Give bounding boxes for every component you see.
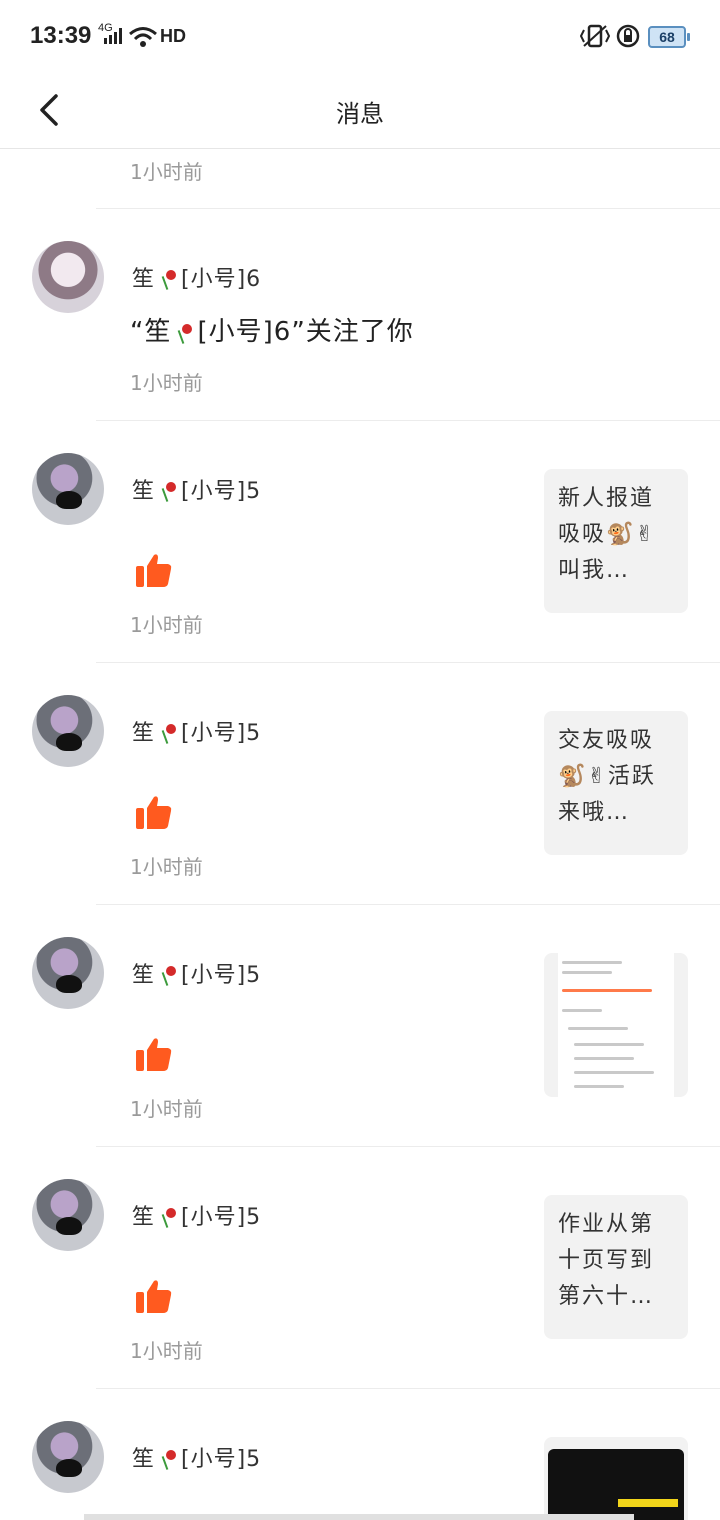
vibrate-icon xyxy=(580,24,610,48)
rose-icon xyxy=(158,720,178,746)
notification-time: 1小时前 xyxy=(130,1339,203,1363)
rose-icon xyxy=(158,266,178,292)
notification-item[interactable]: 笙 [小号]6 “笙 [小号]6”关注了你 1小时前 xyxy=(0,209,720,421)
top-nav-bar: 消息 xyxy=(0,72,720,149)
username-part: [小号]5 xyxy=(181,721,262,746)
post-preview-image[interactable] xyxy=(544,953,688,1097)
username[interactable]: 笙 [小号]5 xyxy=(132,1199,261,1231)
post-preview-video[interactable] xyxy=(544,1437,688,1520)
username-part: 笙 xyxy=(132,267,156,292)
rose-icon xyxy=(174,320,194,346)
avatar[interactable] xyxy=(32,937,104,1009)
username-part: [小号]6 xyxy=(181,267,262,292)
rose-icon xyxy=(158,962,178,988)
username-part: 笙 xyxy=(132,1205,156,1230)
username-part: [小号]5 xyxy=(181,1447,262,1472)
notification-time: 1小时前 xyxy=(130,371,203,395)
username-part: 笙 xyxy=(132,721,156,746)
rose-icon xyxy=(158,478,178,504)
username[interactable]: 笙 [小号]6 xyxy=(132,261,261,293)
notification-item[interactable]: 笙 [小号]5 1小时前 新人报道吸吸🐒✌叫我… xyxy=(0,421,720,663)
username[interactable]: 笙 [小号]5 xyxy=(132,715,261,747)
username[interactable]: 笙 [小号]5 xyxy=(132,1441,261,1473)
username-part: [小号]5 xyxy=(181,479,262,504)
username-part: 笙 xyxy=(132,1447,156,1472)
avatar[interactable] xyxy=(32,453,104,525)
avatar[interactable] xyxy=(32,695,104,767)
avatar[interactable] xyxy=(32,1421,104,1493)
post-preview[interactable]: 作业从第十页写到第六十… xyxy=(544,1195,688,1339)
notification-item[interactable]: 笙 [小号]5 1小时前 交友吸吸🐒✌活跃来哦… xyxy=(0,663,720,905)
post-preview[interactable]: 新人报道吸吸🐒✌叫我… xyxy=(544,469,688,613)
notification-time: 1小时前 xyxy=(130,613,203,637)
username-part: 笙 xyxy=(132,479,156,504)
hd-badge: HD xyxy=(160,26,186,46)
notification-time: 1小时前 xyxy=(130,1097,203,1121)
thumbs-up-icon xyxy=(136,796,172,829)
post-preview[interactable]: 交友吸吸🐒✌活跃来哦… xyxy=(544,711,688,855)
avatar[interactable] xyxy=(32,1179,104,1251)
message-part: “笙 xyxy=(130,317,172,347)
notification-item[interactable]: 笙 [小号]5 1小时前 作业从第十页写到第六十… xyxy=(0,1147,720,1389)
username[interactable]: 笙 [小号]5 xyxy=(132,957,261,989)
username[interactable]: 笙 [小号]5 xyxy=(132,473,261,505)
page-title: 消息 xyxy=(336,100,384,128)
notification-item[interactable]: 笙 [小号]5 xyxy=(0,1389,720,1520)
rose-icon xyxy=(158,1204,178,1230)
rotation-lock-icon xyxy=(616,24,640,48)
status-bar: 13:39 4G HD 68 xyxy=(0,0,720,72)
notification-time: 1小时前 xyxy=(130,160,203,184)
rose-icon xyxy=(158,1446,178,1472)
notification-item[interactable]: 笙 [小号]5 1小时前 xyxy=(0,905,720,1147)
username-part: [小号]5 xyxy=(181,1205,262,1230)
bottom-edge xyxy=(84,1514,634,1520)
message-part: [小号]6”关注了你 xyxy=(197,317,414,347)
username-part: [小号]5 xyxy=(181,963,262,988)
status-time: 13:39 xyxy=(30,22,92,49)
thumbs-up-icon xyxy=(136,1038,172,1071)
wifi-icon xyxy=(129,27,157,47)
notification-time: 1小时前 xyxy=(130,855,203,879)
avatar[interactable] xyxy=(32,241,104,313)
thumbs-up-icon xyxy=(136,1280,172,1313)
username-part: 笙 xyxy=(132,963,156,988)
battery-indicator: 68 xyxy=(648,26,690,48)
follow-message: “笙 [小号]6”关注了你 xyxy=(130,311,414,348)
thumbs-up-icon xyxy=(136,554,172,587)
signal-icon xyxy=(104,28,122,44)
